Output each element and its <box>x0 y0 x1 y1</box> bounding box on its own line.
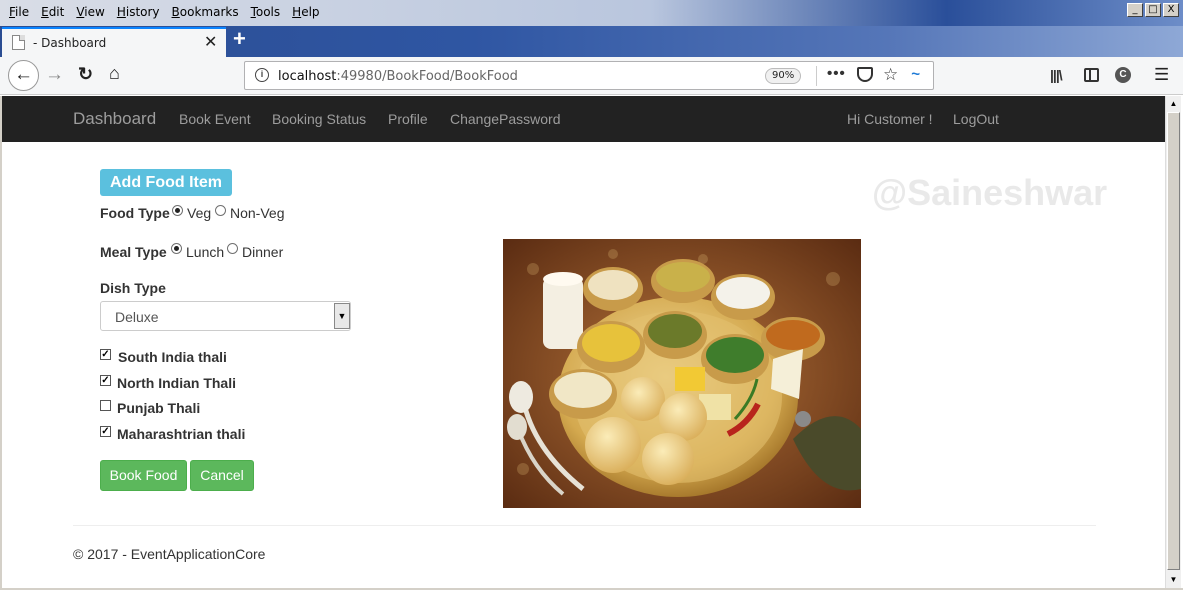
dish-checkbox-south-india[interactable]: ✓ <box>100 349 111 360</box>
add-food-item-button[interactable]: Add Food Item <box>100 169 232 196</box>
nav-change-password[interactable]: ChangePassword <box>450 111 561 127</box>
nav-booking-status[interactable]: Booking Status <box>272 111 366 127</box>
back-arrow-icon[interactable]: ← <box>8 60 39 91</box>
reload-icon[interactable]: ↻ <box>78 64 93 85</box>
menu-list: File Edit View History Bookmarks Tools H… <box>3 5 326 19</box>
menu-history[interactable]: History <box>111 5 166 19</box>
nav-greeting[interactable]: Hi Customer ! <box>847 111 933 127</box>
tab-title: - Dashboard <box>33 36 107 50</box>
thali-illustration <box>503 239 861 508</box>
sidebar-icon[interactable] <box>1084 68 1099 82</box>
food-type-label: Food Type <box>100 205 170 221</box>
nav-profile[interactable]: Profile <box>388 111 428 127</box>
info-icon[interactable]: i <box>255 68 269 82</box>
divider <box>816 66 817 86</box>
dish-type-label: Dish Type <box>100 280 166 296</box>
dish-checkbox-punjab[interactable] <box>100 400 111 411</box>
nav-book-event[interactable]: Book Event <box>179 111 251 127</box>
page-icon <box>12 35 25 50</box>
navigation-toolbar: ← → ↻ ⌂ i localhost:49980/BookFood/BookF… <box>0 57 1183 95</box>
site-navbar: Dashboard Book Event Booking Status Prof… <box>2 96 1165 142</box>
chevron-down-icon[interactable]: ▼ <box>334 303 350 329</box>
food-type-nonveg-radio[interactable] <box>215 205 226 216</box>
meal-type-lunch-radio[interactable] <box>171 243 182 254</box>
dish-label-north-indian[interactable]: North Indian Thali <box>117 375 236 391</box>
menu-bar: File Edit View History Bookmarks Tools H… <box>0 0 1183 26</box>
close-icon[interactable]: ✕ <box>204 32 217 52</box>
vertical-scrollbar[interactable]: ▲ ▼ <box>1165 96 1181 588</box>
minimize-button[interactable]: _ <box>1127 3 1143 17</box>
nav-logout[interactable]: LogOut <box>953 111 999 127</box>
url-path: :49980/BookFood/BookFood <box>336 69 518 84</box>
url-text[interactable]: localhost:49980/BookFood/BookFood <box>278 69 518 84</box>
extension-icon[interactable]: ~ <box>911 66 920 83</box>
url-host: localhost <box>278 69 337 84</box>
footer-text: © 2017 - EventApplicationCore <box>73 546 266 562</box>
dish-type-select[interactable]: Deluxe ▼ <box>100 301 351 331</box>
dish-type-value: Deluxe <box>115 309 159 325</box>
address-bar[interactable]: i localhost:49980/BookFood/BookFood 90% … <box>244 61 934 90</box>
hamburger-menu-icon[interactable]: ☰ <box>1154 65 1169 85</box>
library-icon[interactable]: |||\ <box>1050 67 1063 83</box>
account-icon[interactable]: C <box>1115 67 1131 83</box>
meal-type-dinner-label[interactable]: Dinner <box>242 244 283 260</box>
menu-tools[interactable]: Tools <box>245 5 287 19</box>
restore-button[interactable]: □ <box>1145 3 1161 17</box>
thali-image <box>503 239 861 508</box>
menu-view[interactable]: View <box>70 5 110 19</box>
cancel-button[interactable]: Cancel <box>190 460 254 491</box>
menu-help[interactable]: Help <box>286 5 325 19</box>
meal-type-label: Meal Type <box>100 244 167 260</box>
bookmark-star-icon[interactable]: ☆ <box>883 65 898 85</box>
menu-file[interactable]: File <box>3 5 35 19</box>
page-actions-icon[interactable]: ••• <box>827 65 846 82</box>
menu-edit[interactable]: Edit <box>35 5 70 19</box>
footer-divider <box>73 525 1096 526</box>
scroll-up-arrow-icon[interactable]: ▲ <box>1167 97 1180 110</box>
meal-type-dinner-radio[interactable] <box>227 243 238 254</box>
watermark: @Saineshwar <box>872 172 1108 213</box>
scroll-down-arrow-icon[interactable]: ▼ <box>1167 573 1180 586</box>
meal-type-lunch-label[interactable]: Lunch <box>186 244 224 260</box>
dish-checkbox-north-indian[interactable]: ✓ <box>100 375 111 386</box>
scroll-thumb[interactable] <box>1167 112 1180 570</box>
window-frame-left <box>0 96 2 590</box>
close-window-button[interactable]: X <box>1163 3 1179 17</box>
home-icon[interactable]: ⌂ <box>109 63 120 84</box>
zoom-badge[interactable]: 90% <box>765 68 802 84</box>
book-food-button[interactable]: Book Food <box>100 460 187 491</box>
dish-checkbox-maharashtrian[interactable]: ✓ <box>100 426 111 437</box>
dish-label-punjab[interactable]: Punjab Thali <box>117 400 200 416</box>
dish-label-south-india[interactable]: South India thali <box>118 349 227 365</box>
forward-arrow-icon[interactable]: → <box>45 64 64 86</box>
brand-link[interactable]: Dashboard <box>73 109 156 129</box>
pocket-icon[interactable] <box>857 67 873 82</box>
tab-bar: - Dashboard ✕ + <box>0 26 1183 57</box>
dish-label-maharashtrian[interactable]: Maharashtrian thali <box>117 426 245 442</box>
food-type-veg-radio[interactable] <box>172 205 183 216</box>
menu-bookmarks[interactable]: Bookmarks <box>166 5 245 19</box>
food-type-nonveg-label[interactable]: Non-Veg <box>230 205 284 221</box>
tab-dashboard[interactable]: - Dashboard ✕ <box>2 27 226 57</box>
window-controls: _ □ X <box>1127 3 1179 17</box>
new-tab-button[interactable]: + <box>233 26 246 52</box>
food-type-veg-label[interactable]: Veg <box>187 205 211 221</box>
page-content: Add Food Item @Saineshwar Food Type Veg … <box>2 142 1165 588</box>
